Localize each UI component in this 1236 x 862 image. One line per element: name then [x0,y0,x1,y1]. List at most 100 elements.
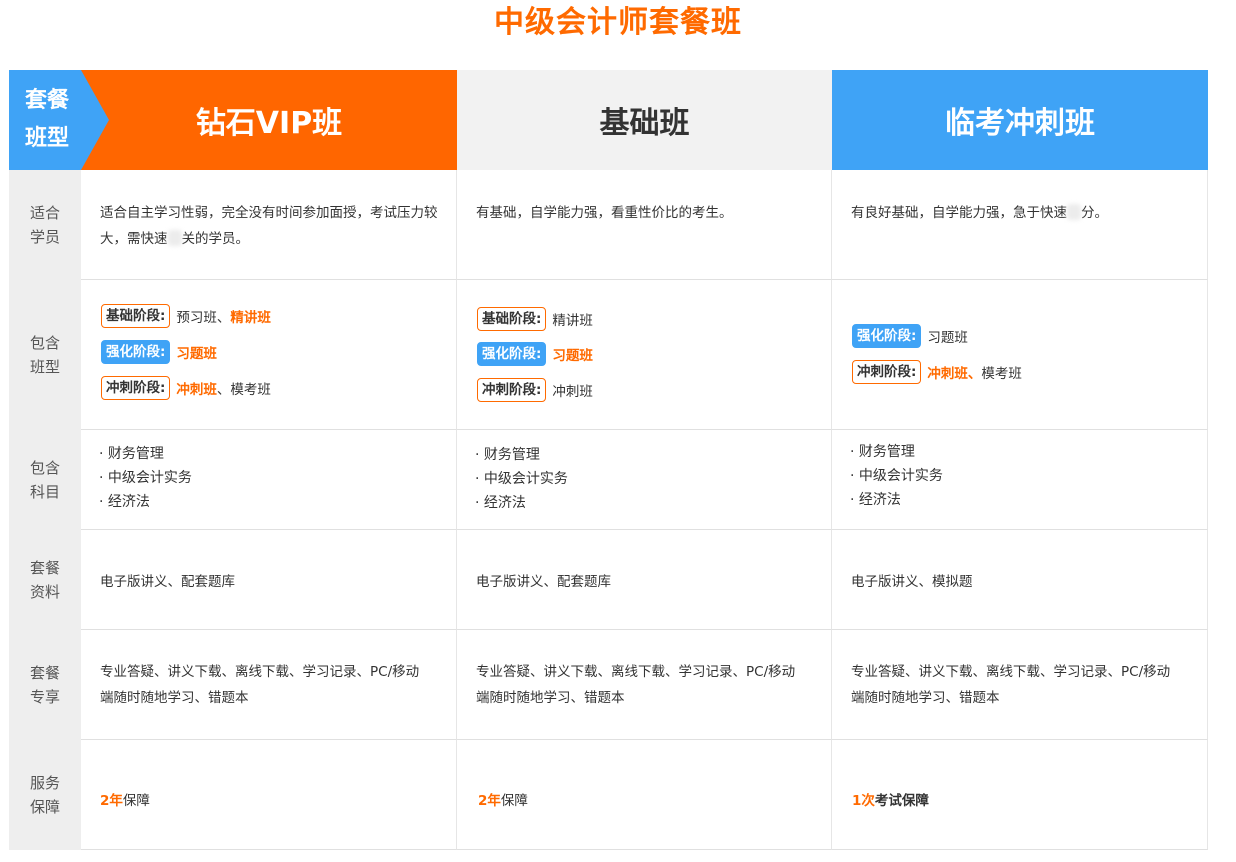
stage-tag-basic: 基础阶段: [477,307,547,331]
row-students: 适合学员 适合自主学习性弱，完全没有时间参加面授，考试压力较大，需快速 关的学员。… [9,170,1208,280]
stage-basic-plain: 精讲班 [552,313,593,329]
stage-tag-basic: 基础阶段: [101,304,171,328]
students-basic-text: 有基础，自学能力强，看重性价比的考生。 [476,205,733,221]
students-sprint-text-a: 有良好基础，自学能力强，急于快速 [851,205,1067,221]
stage-sprint-highlight: 冲刺班、 [927,366,982,382]
row-label-subjects: 包含科目 [29,459,60,501]
cell-perks-basic: 专业答疑、讲义下载、离线下载、学习记录、PC/移动 端随时随地学习、错题本 [457,630,832,740]
row-perks: 套餐专享 专业答疑、讲义下载、离线下载、学习记录、PC/移动 端随时随地学习、错… [9,630,1208,740]
cell-subjects-basic: · 财务管理 · 中级会计实务 · 经济法 [457,430,832,530]
cell-materials-vip: 电子版讲义、配套题库 [81,530,457,630]
row-label-cell: 适合学员 [9,170,81,280]
subject-item: · 经济法 [475,495,526,511]
row-label-cell: 服务保障 [9,740,81,850]
stage-strengthen-highlight: 习题班 [552,348,593,364]
guarantee-number: 2年 [100,793,123,809]
cell-subjects-vip: · 财务管理 · 中级会计实务 · 经济法 [81,430,457,530]
row-label-cell: 包含科目 [9,430,81,530]
perks-line-2: 端随时随地学习、错题本 [100,690,249,706]
guarantee-sprint-text: 1次考试保障 [852,789,929,809]
subject-item: · 财务管理 [850,444,915,460]
stage-tag-strengthen: 强化阶段: [477,342,547,366]
stage-strengthen: 强化阶段: 习题班 [852,323,968,349]
header-basic[interactable]: 基础班 [457,70,832,170]
perks-line-2: 端随时随地学习、错题本 [851,690,1000,706]
row-label-students: 适合学员 [29,204,60,246]
subject-item: · 中级会计实务 [475,471,568,487]
stage-sprint-plain: 、模考班 [216,382,271,398]
perks-line-1: 专业答疑、讲义下载、离线下载、学习记录、PC/移动 [100,664,420,680]
cell-perks-vip: 专业答疑、讲义下载、离线下载、学习记录、PC/移动 端随时随地学习、错题本 [81,630,457,740]
perks-line-1: 专业答疑、讲义下载、离线下载、学习记录、PC/移动 [851,664,1171,680]
subject-item: · 财务管理 [475,447,540,463]
perks-vip-text: 专业答疑、讲义下载、离线下载、学习记录、PC/移动 端随时随地学习、错题本 [100,659,438,711]
students-vip-text-a: 适合自主学习性弱，完全没有时间参加面授，考试压力较大，需快速 [100,205,438,247]
students-vip-text: 适合自主学习性弱，完全没有时间参加面授，考试压力较大，需快速 关的学员。 [100,200,438,252]
row-label-perks: 套餐专享 [29,664,60,706]
row-materials: 套餐资料 电子版讲义、配套题库 电子版讲义、配套题库 电子版讲义、模拟题 [9,530,1208,630]
subject-list: · 财务管理 · 中级会计实务 · 经济法 [850,440,943,512]
stage-sprint-plain: 模考班 [981,366,1022,382]
stage-strengthen-plain: 习题班 [927,330,968,346]
stage-strengthen: 强化阶段: 习题班 [477,341,593,367]
stage-sprint-highlight: 冲刺班 [176,382,217,398]
row-label-cell: 套餐资料 [9,530,81,630]
row-guarantee: 服务保障 2年保障 2年保障 1次考试保障 [9,740,1208,850]
subject-item: · 经济法 [99,494,150,510]
header-diamond-vip[interactable]: 钻石VIP班 [81,70,457,170]
materials-basic-text: 电子版讲义、配套题库 [476,574,611,590]
row-label-guarantee: 服务保障 [29,774,60,816]
header-corner-label: 套餐 班型 [9,70,109,170]
students-sprint-text-b: 分。 [1081,205,1108,221]
stage-sprint: 冲刺阶段: 冲刺班、模考班 [101,375,271,401]
cell-classes-vip: 基础阶段: 预习班、 精讲班 强化阶段: 习题班 冲刺阶段: 冲刺班 、模考班 [81,280,457,430]
subject-list: · 财务管理 · 中级会计实务 · 经济法 [475,443,568,515]
subject-list: · 财务管理 · 中级会计实务 · 经济法 [99,442,192,514]
cell-students-sprint: 有良好基础，自学能力强，急于快速 分。 [832,170,1208,280]
cell-students-vip: 适合自主学习性弱，完全没有时间参加面授，考试压力较大，需快速 关的学员。 [81,170,457,280]
cell-guarantee-vip: 2年保障 [81,740,457,850]
row-label-cell: 套餐专享 [9,630,81,740]
stage-tag-strengthen: 强化阶段: [101,340,171,364]
cell-subjects-sprint: · 财务管理 · 中级会计实务 · 经济法 [832,430,1208,530]
cell-materials-basic: 电子版讲义、配套题库 [457,530,832,630]
stage-basic: 基础阶段: 精讲班 [477,306,593,332]
cell-guarantee-basic: 2年保障 [457,740,832,850]
corner-text: 套餐 班型 [19,82,75,158]
blurred-text [1067,204,1081,220]
stage-strengthen-highlight: 习题班 [176,346,217,362]
cell-students-basic: 有基础，自学能力强，看重性价比的考生。 [457,170,832,280]
corner-text-line2: 班型 [24,126,69,151]
materials-sprint-text: 电子版讲义、模拟题 [851,574,973,590]
row-classes: 包含班型 基础阶段: 预习班、 精讲班 强化阶段: 习题班 冲刺阶段: 冲刺班 、模… [9,280,1208,430]
subject-item: · 中级会计实务 [850,468,943,484]
guarantee-label: 保障 [122,793,150,809]
stage-basic-plain: 预习班、 [176,310,231,326]
guarantee-basic-text: 2年保障 [478,789,528,809]
perks-sprint-text: 专业答疑、讲义下载、离线下载、学习记录、PC/移动 端随时随地学习、错题本 [851,659,1189,711]
subject-item: · 经济法 [850,492,901,508]
guarantee-label: 保障 [500,793,528,809]
guarantee-number: 1次 [852,793,875,809]
students-sprint-text: 有良好基础，自学能力强，急于快速 分。 [851,200,1189,226]
stage-tag-sprint: 冲刺阶段: [101,376,171,400]
header-sprint[interactable]: 临考冲刺班 [832,70,1208,170]
blurred-text [167,230,182,246]
stage-tag-strengthen: 强化阶段: [852,324,922,348]
students-vip-text-b: 关的学员。 [181,231,250,247]
cell-perks-sprint: 专业答疑、讲义下载、离线下载、学习记录、PC/移动 端随时随地学习、错题本 [832,630,1208,740]
header-diamond-vip-label: 钻石VIP班 [195,106,343,141]
perks-line-2: 端随时随地学习、错题本 [476,690,625,706]
header-sprint-label: 临考冲刺班 [945,106,1095,141]
subject-item: · 财务管理 [99,446,164,462]
row-label-cell: 包含班型 [9,280,81,430]
stage-basic-highlight: 精讲班 [230,310,271,326]
corner-text-line1: 套餐 [24,88,69,113]
stage-basic: 基础阶段: 预习班、 精讲班 [101,303,271,329]
guarantee-number: 2年 [478,793,501,809]
stage-sprint-plain: 冲刺班 [552,384,593,400]
cell-classes-basic: 基础阶段: 精讲班 强化阶段: 习题班 冲刺阶段: 冲刺班 [457,280,832,430]
row-label-classes: 包含班型 [29,334,60,376]
subject-item: · 中级会计实务 [99,470,192,486]
cell-classes-sprint: 强化阶段: 习题班 冲刺阶段: 冲刺班、 模考班 [832,280,1208,430]
